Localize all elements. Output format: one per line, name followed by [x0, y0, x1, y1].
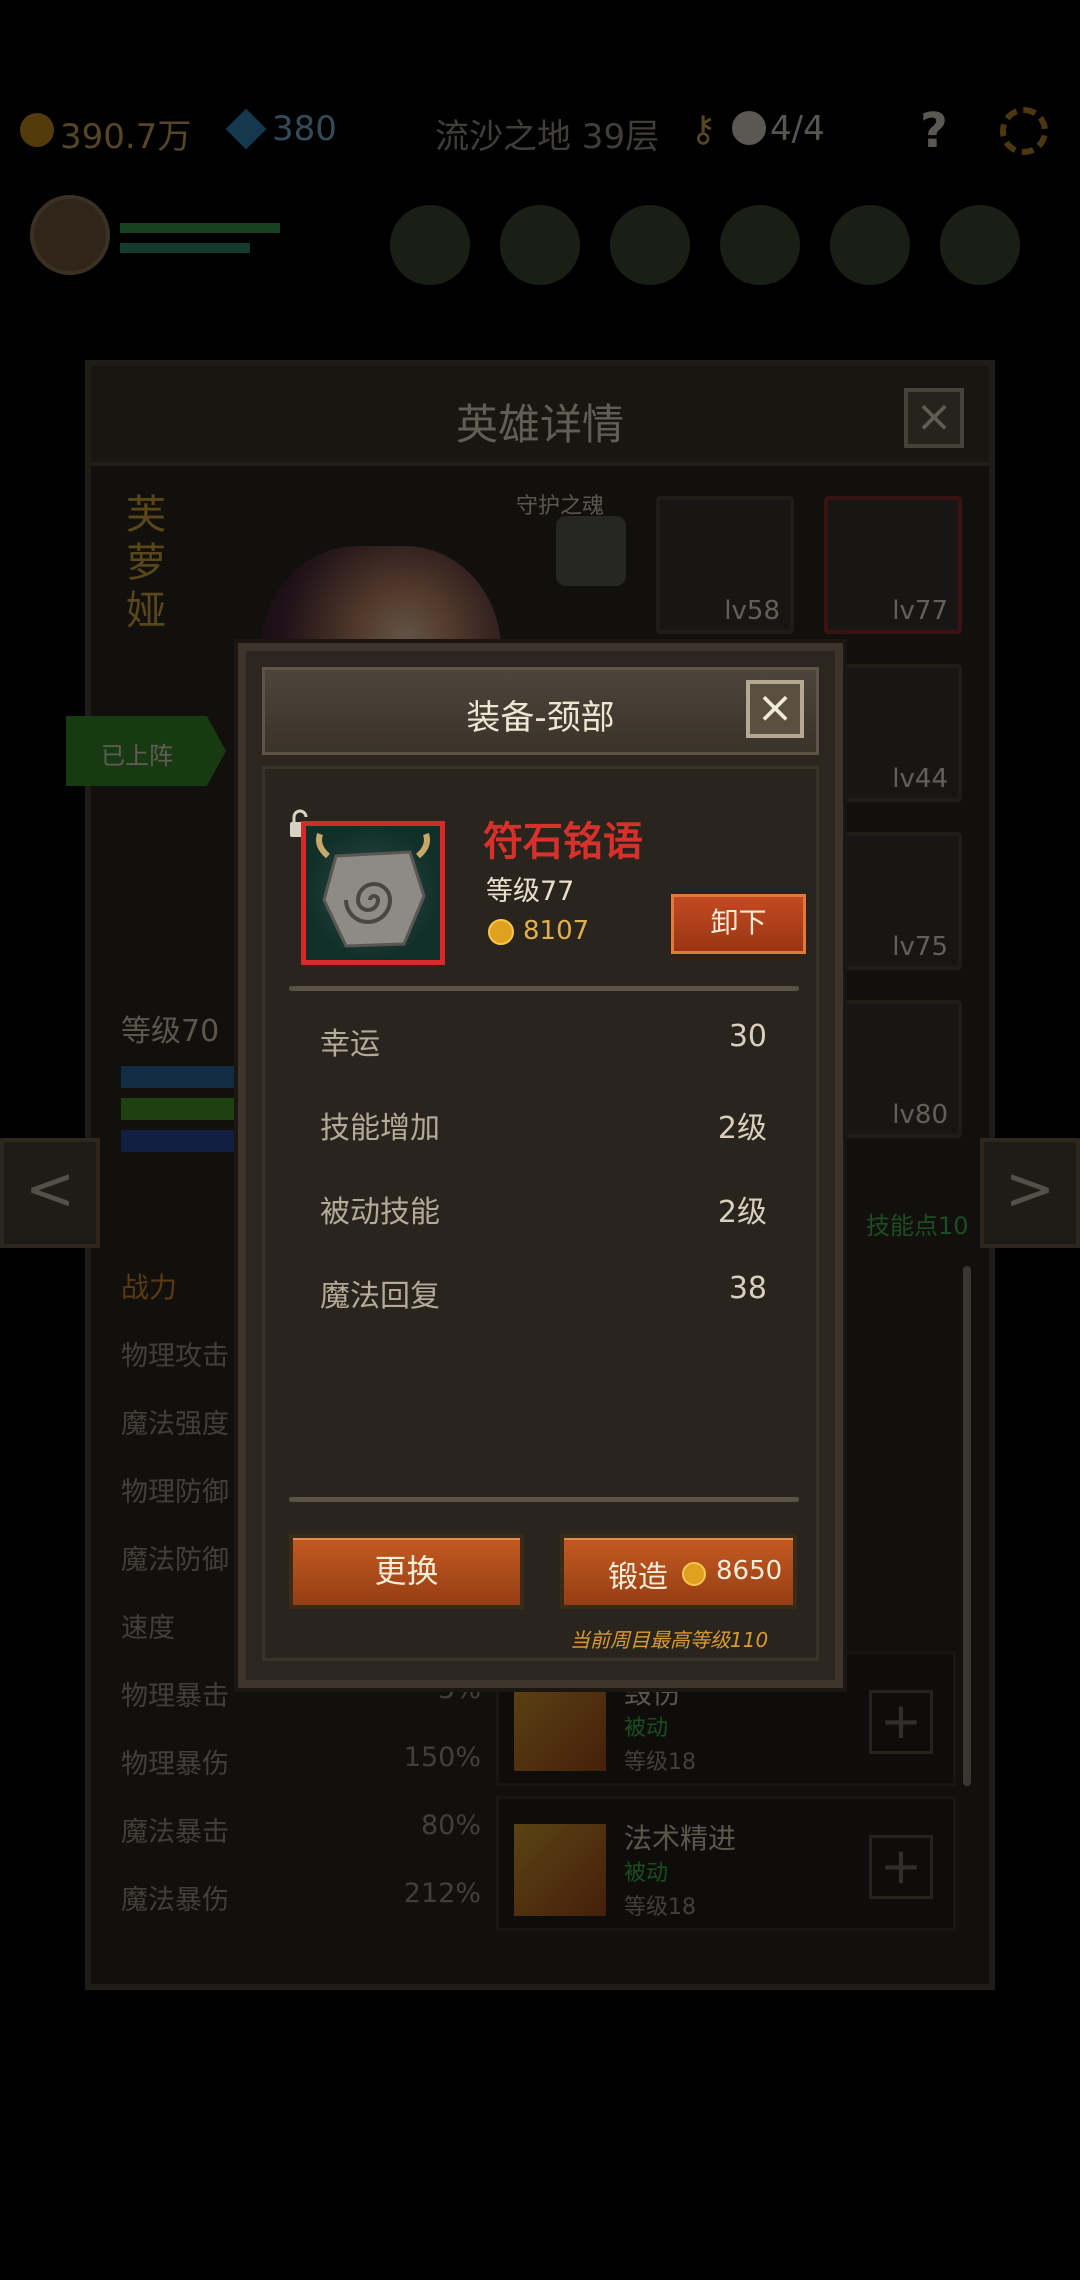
skull-icon: [732, 111, 766, 145]
next-hero-arrow-icon[interactable]: >: [980, 1138, 1080, 1248]
hero-name: 芙萝娅: [126, 492, 166, 634]
forge-label: 锻造: [608, 1560, 668, 1595]
hero-level: 等级70: [121, 1014, 220, 1049]
hero-slot[interactable]: [720, 205, 800, 285]
skull-count: 4/4: [770, 109, 825, 149]
stat-row: 物理暴伤 150%: [121, 1742, 481, 1780]
gold-amount: 390.7万: [60, 117, 192, 157]
forge-cost: 8650: [716, 1556, 783, 1586]
hero-detail-header: 英雄详情 ×: [91, 366, 989, 466]
item-stat-label: 技能增加: [320, 1111, 440, 1146]
item-sell-price: 8107: [523, 916, 590, 946]
modal-close-button[interactable]: ×: [746, 680, 804, 738]
item-stat-value: 38: [728, 1271, 767, 1306]
equipment-modal: 装备-颈部 × 符石铭语 等级77 8107 卸下 幸运 30 技能增加 2级 …: [238, 643, 843, 1688]
skill-list-scrollbar[interactable]: [963, 1266, 971, 1786]
key-icon: ⚷: [690, 109, 717, 150]
hero-detail-close-button[interactable]: ×: [904, 388, 964, 448]
hero-mp-bar: [121, 1130, 241, 1152]
item-level: 等级77: [486, 876, 575, 907]
hero-slot[interactable]: [610, 205, 690, 285]
hero-slot[interactable]: [390, 205, 470, 285]
replace-button[interactable]: 更换: [289, 1534, 524, 1609]
item-stat-label: 被动技能: [320, 1195, 440, 1230]
unequip-button[interactable]: 卸下: [671, 894, 806, 954]
help-icon[interactable]: ?: [920, 103, 948, 159]
on-team-badge: 已上阵: [66, 716, 226, 786]
settings-gear-icon[interactable]: [1000, 107, 1048, 155]
skill-points: 技能点10: [866, 1212, 969, 1240]
modal-body: 符石铭语 等级77 8107 卸下 幸运 30 技能增加 2级 被动技能 2级 …: [262, 766, 819, 1661]
hero-hp-bar: [120, 223, 280, 233]
top-resource-bar: 390.7万 380 流沙之地 39层 ⚷ 4/4 ?: [0, 95, 1080, 165]
hero-portrait-avatar[interactable]: [30, 195, 110, 275]
gem-amount: 380: [272, 109, 337, 149]
equip-slot-ring[interactable]: lv75: [824, 832, 962, 970]
hero-exp-bar: [121, 1066, 241, 1088]
gold-coin-icon: [682, 1562, 706, 1586]
equip-slot-boots[interactable]: lv80: [824, 1000, 962, 1138]
hero-detail-title: 英雄详情: [455, 400, 624, 449]
skill-icon: [514, 1679, 606, 1771]
hero-hp-bar: [121, 1098, 241, 1120]
item-stat-value: 30: [728, 1019, 767, 1054]
skill-upgrade-button[interactable]: +: [869, 1690, 933, 1754]
item-stat-row: 魔法回复 38: [265, 1271, 822, 1331]
item-stat-value: 2级: [717, 1195, 767, 1230]
stat-row: 魔法暴伤 212%: [121, 1878, 481, 1916]
divider: [289, 986, 799, 991]
item-frame[interactable]: [301, 821, 445, 965]
stage-label: 流沙之地 39层: [435, 117, 660, 157]
guardian-soul-icon[interactable]: [556, 516, 626, 586]
item-stat-label: 魔法回复: [320, 1279, 440, 1314]
rune-stone-icon: [316, 833, 430, 948]
hero-mp-bar: [120, 243, 250, 253]
hero-slot[interactable]: [500, 205, 580, 285]
item-stat-value: 2级: [717, 1111, 767, 1146]
skill-item[interactable]: 法术精进 被动 等级18 +: [496, 1796, 956, 1931]
item-stat-label: 幸运: [320, 1027, 380, 1062]
item-stat-row: 技能增加 2级: [265, 1103, 822, 1163]
skill-upgrade-button[interactable]: +: [869, 1835, 933, 1899]
item-stat-row: 被动技能 2级: [265, 1187, 822, 1247]
max-level-note: 当前周目最高等级110: [570, 1628, 769, 1652]
equip-slot-helmet[interactable]: lv58: [656, 496, 794, 634]
equip-slot-armor[interactable]: lv44: [824, 664, 962, 802]
divider: [289, 1497, 799, 1502]
forge-button[interactable]: 锻造 8650: [560, 1534, 797, 1609]
modal-header: 装备-颈部 ×: [262, 667, 819, 755]
gem-icon: [225, 108, 267, 150]
hero-slot[interactable]: [940, 205, 1020, 285]
equip-slot-neck[interactable]: lv77: [824, 496, 962, 634]
hero-strip: [0, 185, 1080, 295]
prev-hero-arrow-icon[interactable]: <: [0, 1138, 100, 1248]
hero-slot[interactable]: [830, 205, 910, 285]
gold-coin-icon: [488, 919, 514, 945]
stat-row: 魔法暴击 80%: [121, 1810, 481, 1848]
gold-coin-icon: [20, 113, 54, 147]
item-name: 符石铭语: [483, 819, 643, 865]
item-stat-row: 幸运 30: [265, 1019, 822, 1079]
skill-icon: [514, 1824, 606, 1916]
combat-power-label: 战力: [121, 1271, 178, 1304]
modal-title: 装备-颈部: [466, 698, 615, 738]
